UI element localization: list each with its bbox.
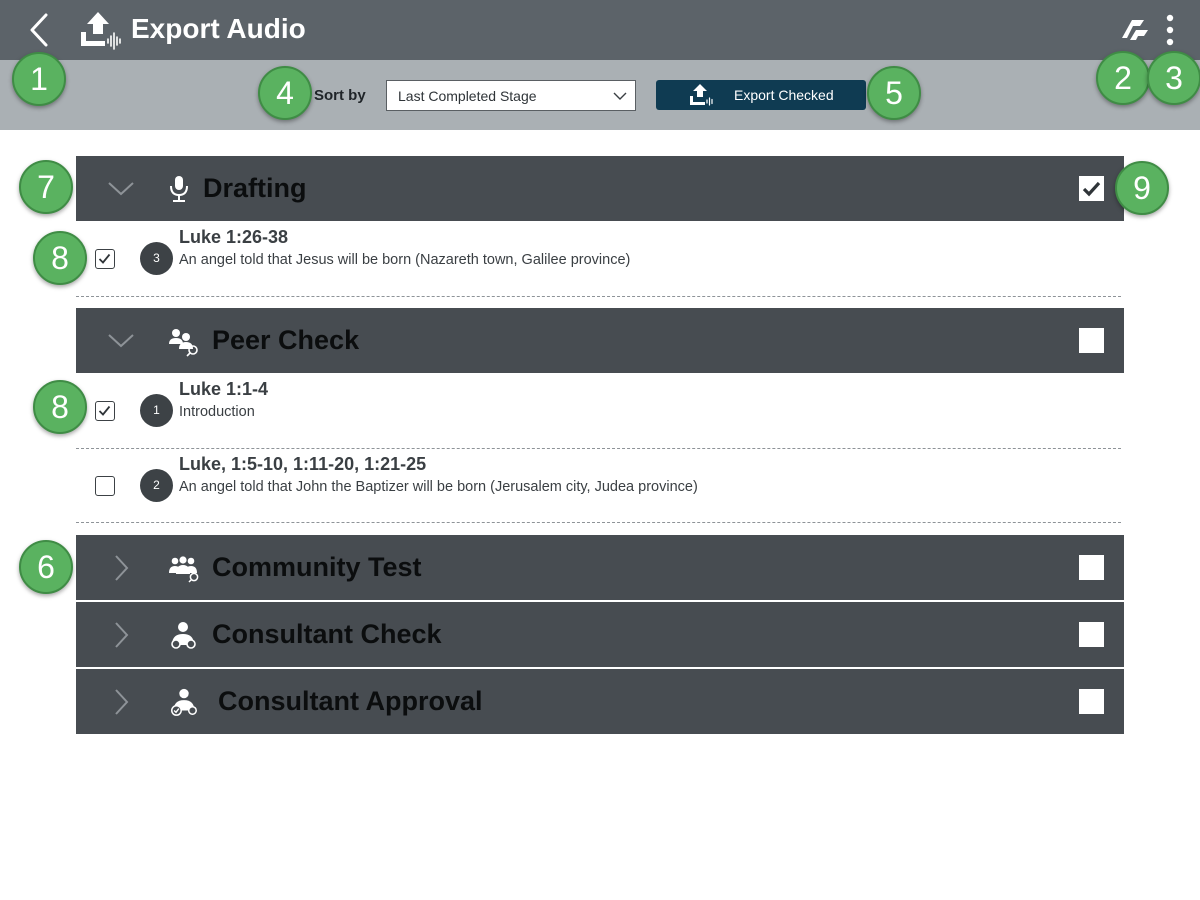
microphone-icon (170, 176, 188, 202)
sync-icon (1122, 20, 1148, 40)
passage-reference: Luke, 1:5-10, 1:11-20, 1:21-25 (179, 454, 427, 474)
passage-reference: Luke 1:26-38 (179, 227, 289, 247)
row-divider (76, 296, 1121, 297)
chevron-right-icon[interactable] (106, 620, 136, 650)
passage-description: An angel told that Jesus will be born (N… (179, 252, 631, 268)
sync-button[interactable] (1118, 14, 1152, 46)
stage-title: Consultant Approval (218, 686, 483, 716)
toolbar: Sort by Last Completed Stage Export Chec… (0, 60, 1200, 130)
community-icon (169, 556, 199, 583)
checkmark-icon (98, 405, 111, 416)
stage-header-drafting[interactable]: Drafting (76, 156, 1124, 221)
stage-header-consultant-check[interactable]: Consultant Check (76, 602, 1124, 667)
callout-badge: 7 (19, 160, 73, 214)
chevron-right-icon[interactable] (106, 553, 136, 583)
passage-number: 2 (140, 469, 173, 502)
export-checked-label: Export Checked (734, 87, 834, 103)
app-header: Export Audio (0, 0, 1200, 60)
row-divider (76, 522, 1121, 523)
chevron-right-icon[interactable] (106, 687, 136, 717)
stage-checkbox-peer-check[interactable] (1079, 328, 1104, 353)
stage-checkbox-consultant-check[interactable] (1079, 622, 1104, 647)
export-checked-button[interactable]: Export Checked (656, 80, 866, 110)
chevron-down-icon[interactable] (106, 174, 136, 204)
passage-checkbox[interactable] (95, 249, 115, 269)
stage-checkbox-community-test[interactable] (1079, 555, 1104, 580)
passage-row-luke-1-1: 1 Luke 1:1-4 Introduction (76, 374, 1121, 450)
upload-audio-icon (78, 10, 124, 50)
passage-number: 1 (140, 394, 173, 427)
sort-by-dropdown[interactable]: Last Completed Stage (386, 80, 636, 111)
back-button[interactable] (22, 10, 58, 50)
sort-by-label: Sort by (314, 87, 366, 104)
peer-check-icon (169, 329, 198, 357)
callout-badge: 6 (19, 540, 73, 594)
page-title: Export Audio (131, 13, 306, 44)
stage-title: Drafting (203, 173, 307, 203)
callout-badge: 8 (33, 380, 87, 434)
callout-badge: 3 (1147, 51, 1200, 105)
callout-badge: 4 (258, 66, 312, 120)
callout-badge: 8 (33, 231, 87, 285)
sort-by-value: Last Completed Stage (398, 88, 537, 104)
callout-badge: 2 (1096, 51, 1150, 105)
checkmark-icon (98, 253, 111, 264)
passage-number: 3 (140, 242, 173, 275)
consultant-approval-icon (171, 688, 197, 716)
stage-header-community-test[interactable]: Community Test (76, 535, 1124, 600)
callout-badge: 9 (1115, 161, 1169, 215)
stage-header-peer-check[interactable]: Peer Check (76, 308, 1124, 373)
stage-checkbox-consultant-approval[interactable] (1079, 689, 1104, 714)
chevron-down-icon[interactable] (106, 326, 136, 356)
callout-badge: 5 (867, 66, 921, 120)
passage-row-luke-1-5: 2 Luke, 1:5-10, 1:11-20, 1:21-25 An ange… (76, 449, 1121, 525)
passage-description: Introduction (179, 404, 255, 420)
more-vertical-icon (1166, 14, 1174, 46)
stage-checkbox-drafting[interactable] (1079, 176, 1104, 201)
passage-checkbox[interactable] (95, 476, 115, 496)
passage-checkbox[interactable] (95, 401, 115, 421)
stage-title: Community Test (212, 552, 422, 582)
callout-badge: 1 (12, 52, 66, 106)
passage-row-luke-1-26: 3 Luke 1:26-38 An angel told that Jesus … (76, 222, 1121, 298)
passage-reference: Luke 1:1-4 (179, 379, 269, 399)
chevron-down-icon (613, 92, 627, 100)
upload-audio-icon (690, 84, 713, 106)
passage-description: An angel told that John the Baptizer wil… (179, 479, 698, 495)
more-options-button[interactable] (1158, 12, 1182, 48)
checkmark-icon (1082, 181, 1101, 197)
stage-title: Consultant Check (212, 619, 442, 649)
consultant-icon (171, 622, 196, 649)
stage-title: Peer Check (212, 325, 360, 355)
chevron-left-icon (30, 13, 48, 47)
stage-header-consultant-approval[interactable]: Consultant Approval (76, 669, 1124, 734)
